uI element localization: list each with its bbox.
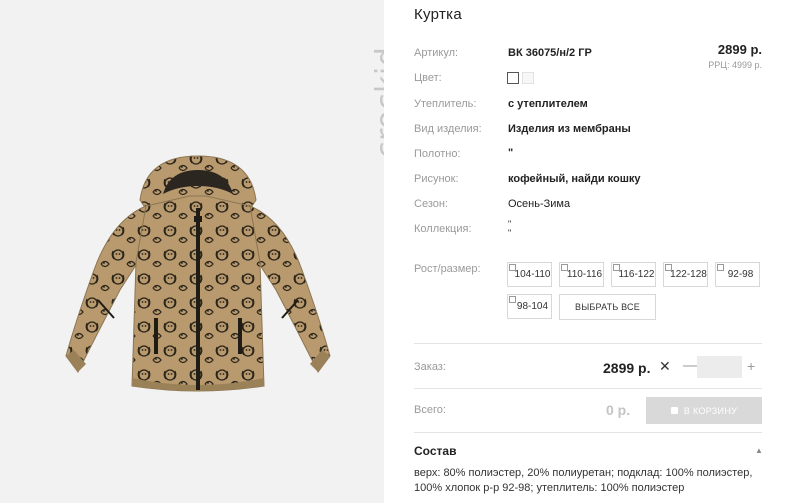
order-label: Заказ: [414,361,446,373]
size-option-label: 122-128 [670,269,707,280]
select-all-sizes-button[interactable]: ВЫБРАТЬ ВСЕ [559,294,656,320]
cart-icon [670,407,678,414]
product-image-panel: crockid [0,0,384,503]
size-option-122-128[interactable]: 122-128 [663,262,708,287]
size-option-92-98[interactable]: 92-98 [715,262,760,287]
attr-value-article: ВК 36075/н/2 ГР [508,47,592,59]
product-photo [65,155,331,392]
attr-label-print: Рисунок: [414,173,459,185]
attr-value-insulation: с утеплителем [508,98,588,110]
size-option-label: 104-110 [514,269,551,280]
attr-label-collection: Коллекция: [414,223,472,235]
checkbox-icon[interactable] [561,264,568,271]
checkbox-icon[interactable] [509,264,516,271]
brand-logo: crockid [338,18,384,158]
product-price: 2899 р. [717,42,762,57]
total-value: 0 р. [606,402,631,418]
product-title: Куртка [414,6,462,23]
checkbox-icon[interactable] [509,296,516,303]
size-option-label: 110-116 [566,269,603,280]
size-option-label: 116-122 [618,269,655,280]
attr-label-type: Вид изделия: [414,123,482,135]
composition-text: верх: 80% полиэстер, 20% полиуретан; под… [414,467,753,494]
checkbox-icon[interactable] [613,264,620,271]
checkbox-icon[interactable] [717,264,724,271]
chevron-up-icon[interactable]: ▲ [755,446,763,455]
size-option-110-116[interactable]: 110-116 [559,262,604,287]
size-option-98-104[interactable]: 98-104 [507,294,552,319]
order-price: 2899 р. [603,360,651,376]
sizes-label: Рост/размер: [414,263,481,275]
divider [414,388,762,389]
brand-logo-text: crockid [370,46,384,158]
close-icon[interactable]: ✕ [659,358,671,375]
attr-label-fabric: Полотно: [414,148,461,160]
total-label: Всего: [414,404,446,416]
divider [414,432,762,433]
minus-icon[interactable]: — [683,357,698,374]
attr-label-season: Сезон: [414,198,448,210]
attr-label-insulation: Утеплитель: [414,98,477,110]
size-option-label: 92-98 [727,269,754,280]
quantity-input[interactable] [697,356,742,378]
attr-label-color: Цвет: [414,72,442,84]
add-to-cart-button[interactable]: В КОРЗИНУ [646,397,762,424]
product-rrp: РРЦ: 4999 р. [708,60,762,70]
color-swatch[interactable] [522,72,534,84]
size-option-116-122[interactable]: 116-122 [611,262,656,287]
attr-value-collection: " " [508,219,512,238]
attr-value-type: Изделия из мембраны [508,123,631,135]
attr-value-season: Осень-Зима [508,198,571,210]
color-swatch-selected[interactable] [507,72,519,84]
attr-value-print: кофейный, найди кошку [508,173,641,185]
size-option-104-110[interactable]: 104-110 [507,262,552,287]
checkbox-icon[interactable] [665,264,672,271]
attr-label-article: Артикул: [414,47,459,59]
divider [414,343,762,344]
composition-title[interactable]: Состав [414,444,456,458]
size-option-label: 98-104 [516,301,549,312]
plus-icon[interactable]: + [747,358,755,374]
attr-value-fabric: " [508,147,514,159]
add-to-cart-label: В КОРЗИНУ [683,405,738,416]
